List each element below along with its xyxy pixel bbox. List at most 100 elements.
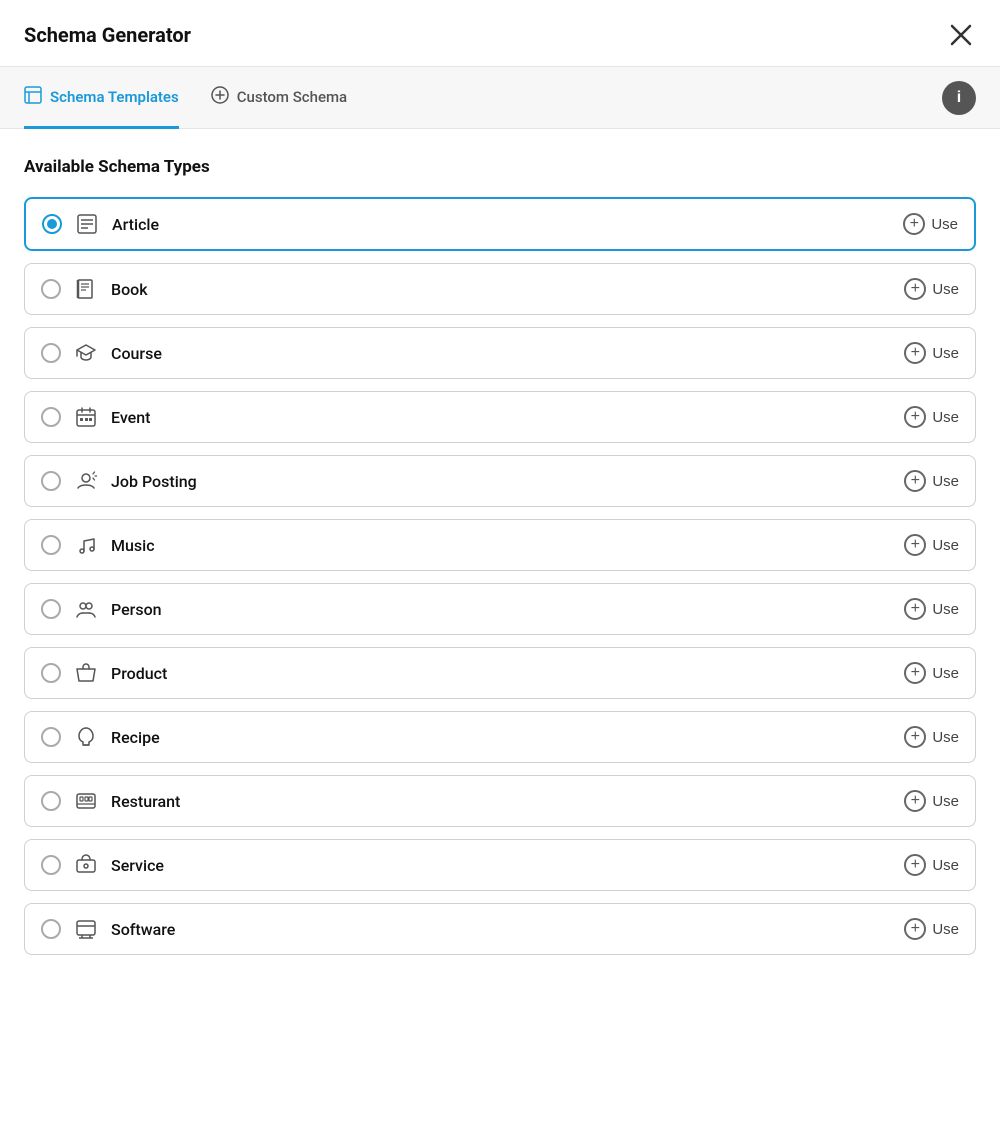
music-icon [73,534,99,556]
schema-course-name: Course [111,344,162,363]
use-book-label: Use [932,281,959,298]
plus-circle-event-icon: + [904,406,926,428]
schema-item-job-posting[interactable]: Job Posting + Use [24,455,976,507]
schema-item-event[interactable]: Event + Use [24,391,976,443]
use-book-button[interactable]: + Use [904,278,959,300]
schema-service-name: Service [111,856,164,875]
plus-circle-software-icon: + [904,918,926,940]
app-container: Schema Generator Schema Templates [0,0,1000,979]
info-icon: i [957,89,961,107]
person-icon [73,598,99,620]
use-product-label: Use [932,665,959,682]
use-event-button[interactable]: + Use [904,406,959,428]
schema-item-product[interactable]: Product + Use [24,647,976,699]
plus-circle-course-icon: + [904,342,926,364]
use-article-label: Use [931,216,958,233]
schema-item-service[interactable]: Service + Use [24,839,976,891]
schema-item-book[interactable]: Book + Use [24,263,976,315]
tab-custom-schema-label: Custom Schema [237,88,347,106]
schema-item-person[interactable]: Person + Use [24,583,976,635]
tab-schema-templates[interactable]: Schema Templates [24,68,179,129]
plus-circle-icon [211,86,229,108]
section-title: Available Schema Types [24,157,976,177]
use-software-button[interactable]: + Use [904,918,959,940]
software-icon [73,918,99,940]
book-icon [73,278,99,300]
use-recipe-button[interactable]: + Use [904,726,959,748]
template-icon [24,86,42,108]
schema-job-posting-name: Job Posting [111,472,197,491]
radio-job-posting[interactable] [41,471,61,491]
use-person-label: Use [932,601,959,618]
schema-person-name: Person [111,600,162,619]
plus-circle-restaurant-icon: + [904,790,926,812]
schema-item-recipe[interactable]: Recipe + Use [24,711,976,763]
page-title: Schema Generator [24,23,191,47]
plus-circle-recipe-icon: + [904,726,926,748]
plus-circle-person-icon: + [904,598,926,620]
use-restaurant-button[interactable]: + Use [904,790,959,812]
product-icon [73,662,99,684]
use-course-label: Use [932,345,959,362]
use-event-label: Use [932,409,959,426]
plus-circle-music-icon: + [904,534,926,556]
event-icon [73,406,99,428]
use-job-posting-label: Use [932,473,959,490]
schema-music-name: Music [111,536,155,555]
info-button[interactable]: i [942,81,976,115]
tabs-bar: Schema Templates Custom Schema i [0,67,1000,129]
use-software-label: Use [932,921,959,938]
plus-circle-book-icon: + [904,278,926,300]
radio-course[interactable] [41,343,61,363]
radio-product[interactable] [41,663,61,683]
use-restaurant-label: Use [932,793,959,810]
use-music-button[interactable]: + Use [904,534,959,556]
schema-item-software[interactable]: Software + Use [24,903,976,955]
plus-circle-product-icon: + [904,662,926,684]
close-icon [950,24,972,46]
plus-circle-service-icon: + [904,854,926,876]
radio-person[interactable] [41,599,61,619]
schema-list: Article + Use [24,197,976,955]
radio-software[interactable] [41,919,61,939]
course-icon [73,342,99,364]
use-service-label: Use [932,857,959,874]
schema-recipe-name: Recipe [111,728,160,747]
service-icon [73,854,99,876]
use-service-button[interactable]: + Use [904,854,959,876]
schema-book-name: Book [111,280,148,299]
tab-schema-templates-label: Schema Templates [50,88,179,106]
schema-article-name: Article [112,215,159,234]
schema-item-course[interactable]: Course + Use [24,327,976,379]
use-music-label: Use [932,537,959,554]
main-content: Available Schema Types Article [0,129,1000,979]
radio-event[interactable] [41,407,61,427]
use-course-button[interactable]: + Use [904,342,959,364]
tab-custom-schema[interactable]: Custom Schema [211,68,347,129]
schema-item-article[interactable]: Article + Use [24,197,976,251]
use-job-posting-button[interactable]: + Use [904,470,959,492]
plus-circle-job-icon: + [904,470,926,492]
use-product-button[interactable]: + Use [904,662,959,684]
restaurant-icon [73,790,99,812]
radio-service[interactable] [41,855,61,875]
schema-item-restaurant[interactable]: Resturant + Use [24,775,976,827]
radio-article[interactable] [42,214,62,234]
radio-music[interactable] [41,535,61,555]
schema-event-name: Event [111,408,150,427]
schema-restaurant-name: Resturant [111,792,180,811]
close-button[interactable] [946,20,976,50]
use-recipe-label: Use [932,729,959,746]
recipe-icon [73,726,99,748]
radio-book[interactable] [41,279,61,299]
schema-item-music[interactable]: Music + Use [24,519,976,571]
plus-circle-article-icon: + [903,213,925,235]
radio-recipe[interactable] [41,727,61,747]
use-article-button[interactable]: + Use [903,213,958,235]
radio-restaurant[interactable] [41,791,61,811]
job-icon [73,470,99,492]
article-icon [74,213,100,235]
schema-software-name: Software [111,920,175,939]
header: Schema Generator [0,0,1000,67]
use-person-button[interactable]: + Use [904,598,959,620]
